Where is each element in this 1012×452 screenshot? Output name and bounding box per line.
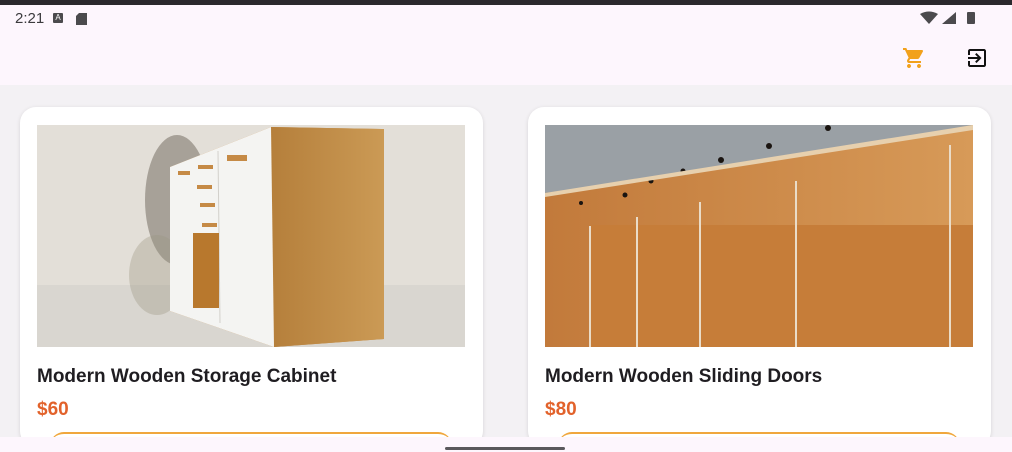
app-bar: [0, 33, 1012, 85]
product-image: [37, 125, 465, 347]
wifi-icon: [920, 11, 975, 24]
product-title: Modern Wooden Sliding Doors: [545, 366, 823, 387]
product-price: $60: [37, 399, 69, 420]
signal-icon: [942, 12, 956, 24]
a-keyboard-icon: A: [53, 13, 63, 23]
logout-button[interactable]: [961, 42, 993, 74]
shopping-cart-button[interactable]: [898, 42, 930, 74]
product-price: $80: [545, 399, 577, 420]
status-right-icons: [920, 11, 990, 25]
status-time: 2:21: [15, 10, 45, 27]
shopping-cart-icon: [903, 48, 923, 68]
product-card[interactable]: Modern Wooden Storage Cabinet $60: [20, 107, 483, 447]
navigation-bar: [0, 437, 1012, 452]
logout-icon: [968, 49, 986, 67]
sd-card-icon: [76, 12, 87, 25]
battery-icon: [967, 12, 975, 24]
gesture-handle[interactable]: [445, 447, 565, 450]
screen: 2:21 A Modern Wooden Storage Cabinet $60…: [0, 0, 1012, 452]
product-image: [545, 125, 973, 347]
product-card[interactable]: Modern Wooden Sliding Doors $80: [528, 107, 991, 447]
product-grid: Modern Wooden Storage Cabinet $60 Modern…: [0, 85, 1012, 447]
status-bar: 2:21 A: [0, 5, 1012, 33]
product-title: Modern Wooden Storage Cabinet: [37, 366, 337, 387]
